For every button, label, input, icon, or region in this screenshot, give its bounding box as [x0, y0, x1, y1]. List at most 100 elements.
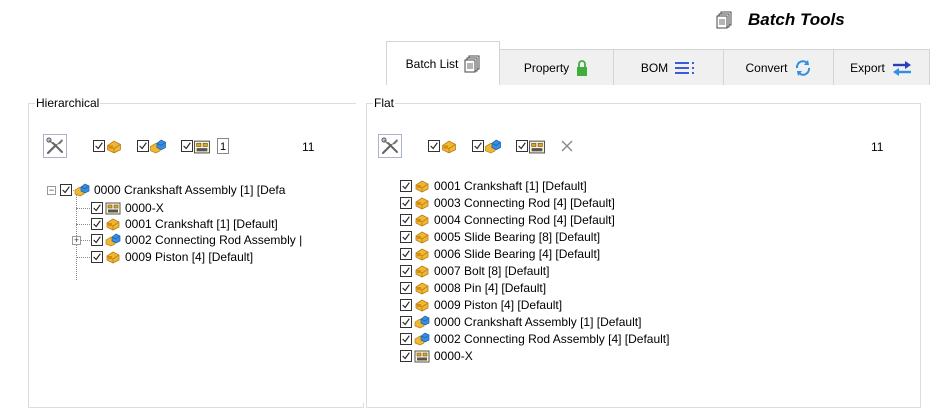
checkbox[interactable] [400, 231, 412, 243]
tree-node[interactable]: 0000 Crankshaft Assembly [1] [Defa [60, 182, 285, 198]
list-item[interactable]: 0006 Slide Bearing [4] [Default] [400, 246, 600, 262]
tree-node[interactable]: 0000-X [91, 200, 164, 216]
node-label: 0000-X [125, 201, 164, 215]
tree-node[interactable]: 0002 Connecting Rod Assembly | [91, 232, 302, 248]
part-icon [414, 247, 430, 261]
swap-arrows-icon [892, 60, 911, 76]
part-icon [414, 196, 430, 210]
tree-node[interactable]: 0009 Piston [4] [Default] [91, 249, 253, 265]
drawing-icon [528, 139, 546, 154]
checkbox[interactable] [400, 248, 412, 260]
documents-icon [464, 55, 480, 73]
part-icon [105, 217, 121, 231]
list-item[interactable]: 0008 Pin [4] [Default] [400, 280, 546, 296]
list-item[interactable]: 0009 Piston [4] [Default] [400, 297, 562, 313]
assembly-icon [414, 315, 430, 329]
node-label: 0000 Crankshaft Assembly [1] [Defa [94, 183, 286, 197]
item-label: 0000-X [434, 349, 473, 363]
checkbox[interactable] [400, 350, 412, 362]
item-label: 0003 Connecting Rod [4] [Default] [434, 196, 615, 210]
checkbox[interactable] [93, 140, 105, 152]
checkbox[interactable] [137, 140, 149, 152]
drawing-filter[interactable] [181, 139, 211, 154]
checkbox[interactable] [400, 333, 412, 345]
tab-bom[interactable]: BOM [614, 49, 724, 85]
app-header: Batch Tools [716, 8, 845, 32]
list-item[interactable]: 0003 Connecting Rod [4] [Default] [400, 195, 615, 211]
checkbox[interactable] [91, 202, 103, 214]
list-item[interactable]: 0004 Connecting Rod [4] [Default] [400, 212, 615, 228]
checkbox[interactable] [91, 218, 103, 230]
documents-icon [716, 10, 732, 30]
list-item[interactable]: 0001 Crankshaft [1] [Default] [400, 178, 587, 194]
item-label: 0009 Piston [4] [Default] [434, 298, 563, 312]
drawing-filter[interactable] [516, 139, 546, 154]
close-icon[interactable] [560, 139, 574, 153]
drawing-icon [193, 139, 211, 154]
checkbox[interactable] [181, 140, 193, 152]
checkbox[interactable] [60, 184, 72, 196]
checkbox[interactable] [400, 197, 412, 209]
part-icon [414, 179, 430, 193]
level-input[interactable]: 1 [217, 138, 229, 154]
expand-toggle[interactable]: + [72, 236, 81, 245]
flat-toolbar [378, 134, 574, 158]
tree-connector [76, 257, 90, 258]
part-icon [414, 264, 430, 278]
tools-icon [45, 136, 65, 156]
tools-button[interactable] [43, 134, 67, 158]
checkbox[interactable] [516, 140, 528, 152]
tree-node[interactable]: 0001 Crankshaft [1] [Default] [91, 216, 278, 232]
assembly-filter[interactable] [472, 139, 502, 154]
tab-label: Property [523, 60, 570, 75]
checkbox[interactable] [400, 180, 412, 192]
part-filter[interactable] [428, 139, 458, 154]
item-count: 11 [871, 140, 884, 154]
tab-batch-list[interactable]: Batch List [386, 41, 500, 85]
checkbox[interactable] [400, 299, 412, 311]
part-icon [105, 139, 123, 154]
collapse-toggle[interactable]: − [47, 186, 56, 195]
item-label: 0000 Crankshaft Assembly [1] [Default] [434, 315, 642, 329]
item-label: 0001 Crankshaft [1] [Default] [434, 179, 587, 193]
checkbox[interactable] [91, 234, 103, 246]
list-item[interactable]: 0000 Crankshaft Assembly [1] [Default] [400, 314, 641, 330]
list-item[interactable]: 0000-X [400, 348, 473, 364]
hierarchical-panel: Hierarchical 1 11 − + 0000 Crankshaft As… [10, 86, 364, 408]
part-icon [414, 230, 430, 244]
refresh-icon [795, 59, 810, 76]
tree-connector [76, 224, 90, 225]
list-item[interactable]: 0005 Slide Bearing [8] [Default] [400, 229, 600, 245]
list-item[interactable]: 0002 Connecting Rod Assembly [4] [Defaul… [400, 331, 669, 347]
item-label: 0006 Slide Bearing [4] [Default] [434, 247, 601, 261]
lock-icon [577, 59, 588, 76]
tab-label: Batch List [405, 56, 459, 71]
checkbox[interactable] [400, 214, 412, 226]
checkbox[interactable] [91, 251, 103, 263]
tab-export[interactable]: Export [834, 49, 930, 85]
checkbox[interactable] [472, 140, 484, 152]
assembly-icon [74, 183, 90, 197]
item-label: 0007 Bolt [8] [Default] [434, 264, 550, 278]
tab-convert[interactable]: Convert [724, 49, 834, 85]
list-item[interactable]: 0007 Bolt [8] [Default] [400, 263, 549, 279]
tab-property[interactable]: Property [500, 49, 614, 85]
node-label: 0002 Connecting Rod Assembly | [125, 233, 303, 247]
tools-icon [380, 136, 400, 156]
checkbox[interactable] [400, 265, 412, 277]
tab-label: Export [850, 60, 885, 75]
part-filter[interactable] [93, 139, 123, 154]
part-icon [105, 250, 121, 264]
node-label: 0001 Crankshaft [1] [Default] [125, 217, 278, 231]
assembly-icon [149, 139, 167, 154]
group-label: Flat [373, 96, 396, 110]
assembly-filter[interactable] [137, 139, 167, 154]
checkbox[interactable] [400, 282, 412, 294]
group-label: Hierarchical [35, 96, 101, 110]
checkbox[interactable] [428, 140, 440, 152]
part-icon [414, 213, 430, 227]
part-icon [414, 298, 430, 312]
checkbox[interactable] [400, 316, 412, 328]
tools-button[interactable] [378, 134, 402, 158]
item-count: 11 [302, 140, 315, 154]
